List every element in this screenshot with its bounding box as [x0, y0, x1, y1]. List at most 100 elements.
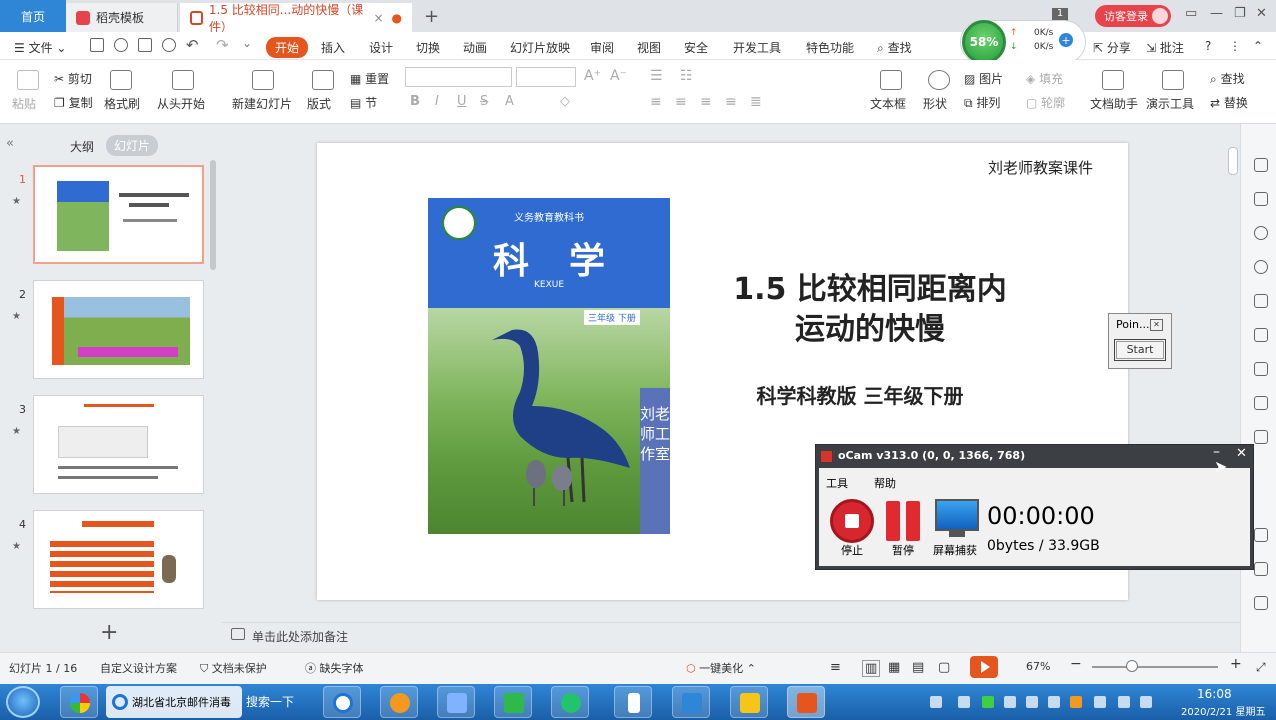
shape-tool-icon[interactable]: [1254, 226, 1268, 240]
find-button[interactable]: ⌕ 查找: [1210, 70, 1245, 87]
fill-button[interactable]: ◈ 填充: [1026, 70, 1063, 87]
redo-icon[interactable]: ↷: [216, 36, 229, 54]
presenter-view-icon[interactable]: ▢: [938, 660, 950, 675]
minimize-icon[interactable]: —: [1210, 6, 1223, 21]
format-painter-icon[interactable]: [110, 70, 132, 90]
copy-button[interactable]: ❐ 复制: [54, 94, 93, 111]
protect-status[interactable]: ⛉ 文档未保护: [200, 660, 267, 676]
missing-font-status[interactable]: ⓐ 缺失字体: [305, 660, 364, 676]
close-icon[interactable]: ×: [373, 11, 383, 25]
screen-capture-icon[interactable]: [935, 499, 979, 531]
distribute-icon[interactable]: ≣: [750, 94, 762, 110]
tray-app-icon[interactable]: [1070, 696, 1082, 708]
share-button[interactable]: ⇱ 分享: [1093, 39, 1131, 56]
slide-thumbnail-4[interactable]: [33, 510, 204, 609]
new-slide-icon[interactable]: [252, 70, 274, 90]
taskbar-search[interactable]: 搜索一下: [246, 693, 294, 710]
taskbar-app-k[interactable]: [323, 686, 361, 718]
slide-corner-label[interactable]: 刘老师教案课件: [988, 157, 1093, 178]
layers-icon[interactable]: [1254, 294, 1268, 308]
numbered-list-icon[interactable]: ☷: [680, 68, 693, 84]
taskbar-app-mail[interactable]: [437, 686, 475, 718]
slide-title[interactable]: 1.5 比较相同距离内 运动的快慢: [700, 270, 1040, 350]
collapse-ribbon-icon[interactable]: ⌃: [1253, 39, 1263, 53]
zoom-level[interactable]: 67%: [1026, 660, 1050, 673]
location-icon[interactable]: [1254, 260, 1268, 274]
tab-templates[interactable]: 稻壳模板: [66, 3, 178, 32]
panel-scrollbar[interactable]: [210, 160, 216, 270]
tray-app-icon[interactable]: [1026, 696, 1038, 708]
chart-icon[interactable]: [1254, 396, 1268, 410]
close-window-icon[interactable]: ✕: [1256, 6, 1267, 21]
slide-thumbnail-2[interactable]: [33, 280, 204, 379]
bullet-list-icon[interactable]: ☰: [650, 68, 663, 84]
outline-tab[interactable]: 大纲: [70, 138, 94, 155]
textbox-icon[interactable]: [880, 70, 902, 90]
slides-tab[interactable]: 幻灯片: [106, 135, 159, 156]
zoom-out-icon[interactable]: −: [1070, 656, 1082, 672]
font-family-select[interactable]: [405, 67, 512, 87]
select-icon[interactable]: [1254, 158, 1268, 172]
ocam-menu-help[interactable]: 帮助: [874, 475, 896, 491]
menu-developer[interactable]: 开发工具: [733, 39, 781, 56]
doc-helper-icon[interactable]: [1102, 70, 1124, 90]
plus-icon[interactable]: +: [1059, 33, 1073, 47]
strikethrough-icon[interactable]: S: [480, 94, 488, 109]
keyboard-icon[interactable]: [930, 696, 942, 708]
beautify-button[interactable]: ⬡ 一键美化 ⌃: [686, 660, 756, 676]
italic-icon[interactable]: I: [435, 94, 439, 109]
menu-start[interactable]: 开始: [266, 37, 309, 58]
slide-count[interactable]: 幻灯片 1 / 16: [9, 660, 77, 676]
transition-icon[interactable]: [1254, 528, 1268, 542]
taskbar-browser-window[interactable]: 湖北省北京邮件消毒: [106, 686, 242, 718]
stop-button[interactable]: [830, 499, 874, 543]
table-icon[interactable]: [1254, 328, 1268, 342]
replace-button[interactable]: ⇄ 替换: [1210, 94, 1248, 111]
clock-date[interactable]: 2020/2/21 星期五: [1181, 703, 1265, 718]
cut-button[interactable]: ✂ 剪切: [54, 70, 92, 87]
notes-input[interactable]: 单击此处添加备注: [252, 628, 348, 645]
menu-file[interactable]: ☰ 文件 ⌄: [14, 39, 66, 56]
animation-icon[interactable]: [1254, 562, 1268, 576]
tray-app-icon[interactable]: [1004, 696, 1016, 708]
menu-security[interactable]: 安全: [684, 39, 708, 56]
gallery-icon[interactable]: [1254, 362, 1268, 376]
taskbar-app-wps[interactable]: [672, 686, 710, 718]
align-right-icon[interactable]: ≡: [700, 94, 712, 110]
paste-icon[interactable]: [17, 70, 39, 90]
slideshow-icon[interactable]: [172, 70, 194, 90]
shield-tray-icon[interactable]: [982, 696, 994, 708]
doc-helper-button[interactable]: 文档助手: [1090, 95, 1138, 112]
align-left-icon[interactable]: ≡: [650, 94, 662, 110]
guest-login-button[interactable]: 访客登录: [1095, 5, 1171, 27]
menu-insert[interactable]: 插入: [321, 39, 345, 56]
pointer-start-button[interactable]: Start: [1114, 339, 1166, 361]
underline-icon[interactable]: U: [457, 94, 467, 109]
ocam-menu-tools[interactable]: 工具: [826, 475, 848, 491]
preview-icon[interactable]: [162, 38, 176, 52]
justify-icon[interactable]: ≡: [725, 94, 737, 110]
menu-animation[interactable]: 动画: [463, 39, 487, 56]
reading-view-icon[interactable]: ▤: [912, 660, 924, 675]
taskbar-app-iqiyi[interactable]: [494, 686, 532, 718]
notes-toggle-icon[interactable]: ≡: [830, 660, 841, 675]
clear-format-icon[interactable]: ◇: [560, 94, 570, 109]
taskbar-app-orange[interactable]: [380, 686, 418, 718]
shape-button[interactable]: 形状: [923, 95, 947, 112]
picture-button[interactable]: ▨ 图片: [964, 70, 1003, 87]
textbox-button[interactable]: 文本框: [870, 95, 906, 112]
export-icon[interactable]: [114, 38, 128, 52]
start-button[interactable]: [6, 686, 40, 718]
taskbar-app-cheng[interactable]: [730, 686, 768, 718]
font-size-select[interactable]: [516, 67, 576, 87]
font-grow-icon[interactable]: A⁺: [584, 68, 601, 84]
taskbar-app-phone[interactable]: [614, 686, 652, 718]
fit-window-icon[interactable]: ⤢: [1256, 660, 1266, 675]
new-slide-button[interactable]: 新建幻灯片: [232, 95, 292, 112]
annotate-button[interactable]: ⇲ 批注: [1146, 39, 1184, 56]
section-button[interactable]: ▤ 节: [350, 94, 377, 111]
normal-view-icon[interactable]: ▥: [862, 660, 881, 677]
design-scheme[interactable]: 自定义设计方案: [100, 660, 177, 676]
add-tab-icon[interactable]: +: [424, 6, 439, 27]
play-slideshow-button[interactable]: [970, 656, 998, 678]
